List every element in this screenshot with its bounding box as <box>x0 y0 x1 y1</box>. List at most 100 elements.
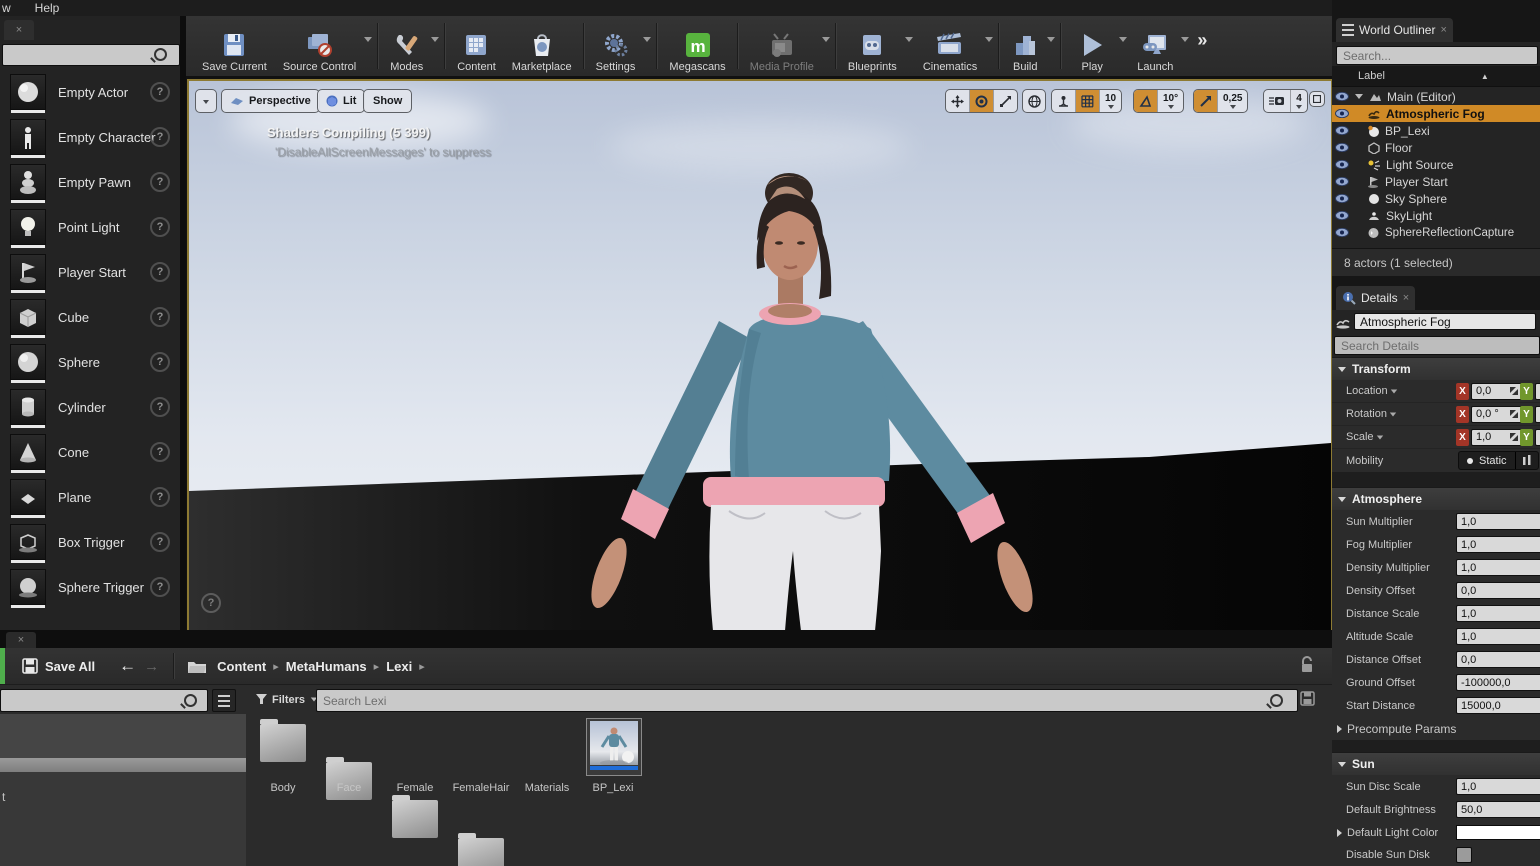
level-viewport[interactable]: Perspective Lit Show 10 <box>187 79 1333 633</box>
close-icon[interactable]: × <box>1440 24 1446 36</box>
details-tab[interactable]: Details × <box>1336 286 1415 310</box>
add-new-button-edge[interactable] <box>0 648 5 684</box>
folder-body[interactable] <box>260 724 306 762</box>
place-item-plane[interactable]: Plane ? <box>0 475 180 519</box>
place-item-empty-pawn[interactable]: Empty Pawn ? <box>0 160 180 204</box>
help-icon[interactable]: ? <box>150 397 170 417</box>
maximize-viewport-button[interactable] <box>1309 91 1325 107</box>
lock-icon[interactable] <box>1300 656 1314 673</box>
rotation-snap-value-dropdown[interactable]: 10° <box>1157 90 1183 112</box>
outliner-row-sphere-reflection-capture[interactable]: SphereReflectionCapture <box>1332 224 1540 241</box>
help-icon[interactable]: ? <box>150 262 170 282</box>
close-icon[interactable]: × <box>1403 292 1409 304</box>
place-item-empty-character[interactable]: Empty Character ? <box>0 115 180 159</box>
chevron-down-icon[interactable] <box>905 37 913 42</box>
details-search[interactable] <box>1334 336 1540 355</box>
settings-button[interactable]: Settings <box>588 19 644 73</box>
scale-x-input[interactable]: 1,0 <box>1471 429 1523 446</box>
breadcrumb-lexi[interactable]: Lexi <box>386 659 412 674</box>
surface-snap-button[interactable] <box>1052 90 1075 112</box>
outliner-search[interactable] <box>1336 46 1538 65</box>
visibility-eye-icon[interactable] <box>1335 228 1349 237</box>
grid-snap-toggle[interactable] <box>1075 90 1099 112</box>
lit-mode-button[interactable]: Lit <box>317 89 365 113</box>
build-button[interactable]: Build <box>1003 19 1047 73</box>
media-profile-button[interactable]: Media Profile <box>742 19 822 73</box>
help-icon[interactable]: ? <box>150 442 170 462</box>
distance-offset-input[interactable]: 0,0 <box>1456 651 1540 668</box>
outliner-label-header[interactable]: Label ▲ <box>1332 66 1540 87</box>
play-button[interactable]: Play <box>1065 19 1119 73</box>
visibility-eye-icon[interactable] <box>1335 92 1349 101</box>
place-item-point-light[interactable]: Point Light ? <box>0 205 180 249</box>
collapsed-expander-icon[interactable] <box>1337 725 1342 733</box>
transform-section-header[interactable]: Transform <box>1332 357 1540 381</box>
visibility-eye-icon[interactable] <box>1335 126 1349 135</box>
camera-speed-button[interactable] <box>1264 90 1290 112</box>
help-icon[interactable]: ? <box>150 172 170 192</box>
chevron-down-icon[interactable] <box>643 37 651 42</box>
view-mode-perspective-button[interactable]: Perspective <box>221 89 320 113</box>
modes-button[interactable]: Modes <box>382 19 431 73</box>
viewport-options-button[interactable] <box>195 89 217 113</box>
folder-femalehair[interactable] <box>458 838 504 866</box>
asset-search[interactable] <box>316 689 1298 712</box>
details-search-input[interactable] <box>1335 338 1539 355</box>
location-x-input[interactable]: 0,0 <box>1471 383 1523 400</box>
outliner-search-input[interactable] <box>1337 48 1537 65</box>
blueprints-button[interactable]: Blueprints <box>840 19 905 73</box>
help-icon[interactable]: ? <box>150 577 170 597</box>
asset-bp-lexi[interactable] <box>586 718 642 776</box>
menu-window-partial[interactable]: w <box>2 1 11 15</box>
chevron-down-icon[interactable] <box>431 37 439 42</box>
location-y-input[interactable]: 0 <box>1535 383 1540 400</box>
rotation-y-input[interactable]: 0 <box>1535 406 1540 423</box>
sun-disc-scale-input[interactable]: 1,0 <box>1456 778 1540 795</box>
collapsed-expander-icon[interactable] <box>1337 829 1342 837</box>
marketplace-button[interactable]: Marketplace <box>504 19 580 73</box>
place-item-cube[interactable]: Cube ? <box>0 295 180 339</box>
visibility-eye-icon[interactable] <box>1335 143 1349 152</box>
help-icon[interactable]: ? <box>150 127 170 147</box>
help-icon[interactable]: ? <box>150 532 170 552</box>
content-button[interactable]: Content <box>449 19 504 73</box>
rotate-tool-button[interactable] <box>969 90 993 112</box>
sources-search[interactable] <box>0 689 208 712</box>
coordinate-system-button[interactable] <box>1022 89 1046 113</box>
folder-female[interactable] <box>392 800 438 838</box>
forward-icon[interactable]: → <box>144 658 159 675</box>
world-outliner-tab[interactable]: World Outliner × <box>1336 18 1453 42</box>
chevron-down-icon[interactable] <box>1047 37 1055 42</box>
altitude-scale-input[interactable]: 1,0 <box>1456 628 1540 645</box>
chevron-down-icon[interactable] <box>1390 389 1396 393</box>
camera-speed-value-dropdown[interactable]: 4 <box>1290 90 1307 112</box>
visibility-eye-icon[interactable] <box>1335 109 1349 118</box>
density-multiplier-input[interactable]: 1,0 <box>1456 559 1540 576</box>
place-item-cylinder[interactable]: Cylinder ? <box>0 385 180 429</box>
chevron-down-icon[interactable] <box>1181 37 1189 42</box>
launch-button[interactable]: Launch <box>1129 19 1181 73</box>
visibility-eye-icon[interactable] <box>1335 211 1349 220</box>
fog-multiplier-input[interactable]: 1,0 <box>1456 536 1540 553</box>
outliner-row-atmospheric-fog[interactable]: Atmospheric Fog <box>1332 105 1540 122</box>
viewport-help-icon[interactable]: ? <box>201 593 221 613</box>
outliner-row-light-source[interactable]: Light Source <box>1332 156 1540 173</box>
outliner-row-bp-lexi[interactable]: BP_Lexi <box>1332 122 1540 139</box>
help-icon[interactable]: ? <box>150 307 170 327</box>
show-menu-button[interactable]: Show <box>363 89 412 113</box>
actor-name-field[interactable] <box>1354 313 1536 330</box>
place-actors-search[interactable] <box>2 44 180 66</box>
close-icon[interactable]: × <box>18 634 24 646</box>
sources-partial-item[interactable]: t <box>2 790 5 804</box>
scale-y-input[interactable]: 1 <box>1535 429 1540 446</box>
save-all-button[interactable]: Save All <box>22 658 95 674</box>
place-item-sphere[interactable]: Sphere ? <box>0 340 180 384</box>
distance-scale-input[interactable]: 1,0 <box>1456 605 1540 622</box>
save-search-icon[interactable] <box>1300 691 1316 707</box>
outliner-row-player-start[interactable]: Player Start <box>1332 173 1540 190</box>
toolbar-overflow-chevron[interactable]: » <box>1197 30 1207 51</box>
sun-section-header[interactable]: Sun <box>1332 752 1540 776</box>
sources-view-toggle[interactable] <box>212 689 236 712</box>
breadcrumb-metahumans[interactable]: MetaHumans <box>286 659 367 674</box>
asset-search-input[interactable] <box>317 690 1297 711</box>
